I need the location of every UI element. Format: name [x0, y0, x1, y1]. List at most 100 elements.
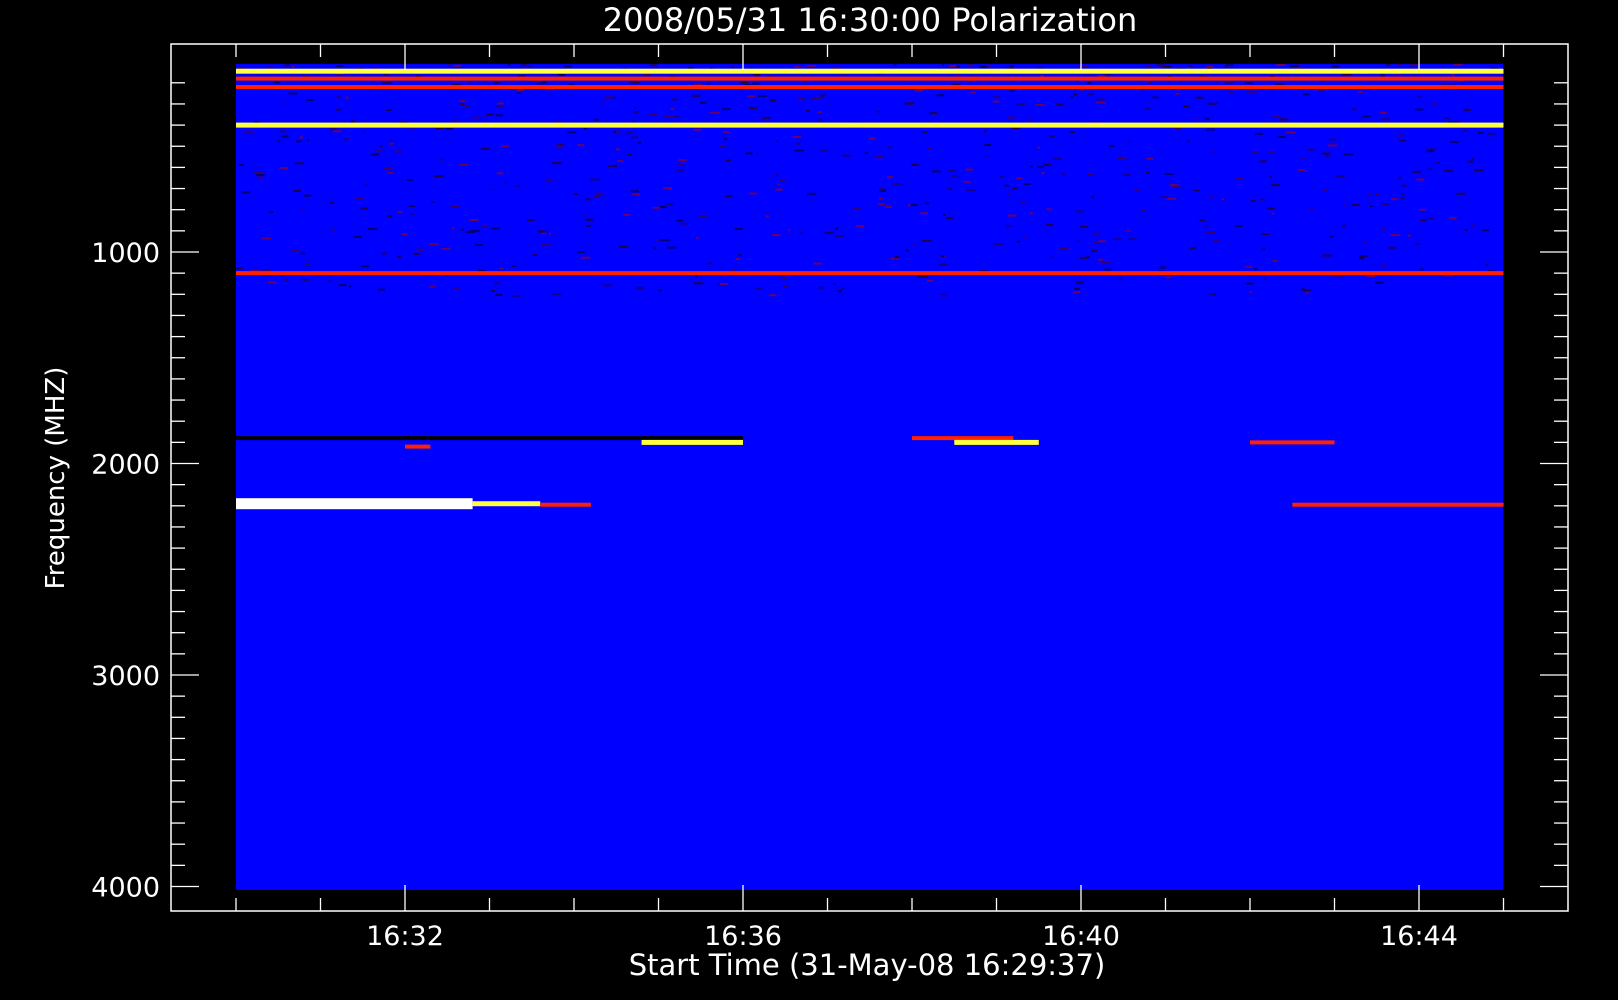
noise-speck: [1091, 196, 1095, 199]
noise-speck: [1208, 102, 1218, 105]
noise-speck: [1096, 98, 1105, 101]
noise-speck: [1245, 265, 1253, 268]
noise-speck: [305, 99, 314, 102]
emission-band: [236, 436, 743, 441]
noise-speck: [731, 269, 736, 272]
emission-band: [236, 122, 1504, 128]
noise-speck: [299, 136, 304, 139]
noise-speck: [296, 140, 302, 143]
noise-speck: [368, 228, 378, 231]
noise-speck: [460, 228, 465, 231]
noise-speck: [284, 64, 291, 67]
noise-speck: [1206, 231, 1216, 234]
noise-speck: [1396, 134, 1403, 137]
noise-speck: [1079, 225, 1088, 228]
noise-speck: [1255, 132, 1263, 135]
noise-speck: [1401, 184, 1408, 187]
noise-speck: [942, 213, 946, 216]
y-tick-label: 1000: [91, 238, 160, 269]
noise-speck: [1324, 189, 1328, 192]
noise-speck: [780, 276, 788, 279]
noise-speck: [459, 100, 466, 103]
noise-speck: [1250, 199, 1256, 202]
noise-speck: [583, 214, 586, 217]
noise-speck: [794, 149, 804, 152]
noise-speck: [650, 64, 657, 67]
noise-speck: [277, 140, 281, 143]
noise-speck: [454, 119, 458, 122]
noise-speck: [1449, 217, 1457, 220]
emission-band: [236, 85, 1504, 89]
noise-speck: [376, 150, 383, 153]
noise-speck: [577, 144, 585, 147]
noise-speck: [1454, 63, 1463, 66]
noise-speck: [386, 109, 392, 112]
noise-speck: [1254, 268, 1258, 271]
noise-speck: [1101, 261, 1111, 264]
noise-speck: [389, 139, 393, 142]
noise-speck: [1128, 140, 1131, 143]
noise-speck: [628, 153, 632, 156]
noise-speck: [1343, 204, 1346, 207]
noise-speck: [306, 139, 309, 142]
noise-speck: [360, 207, 369, 210]
noise-speck: [343, 138, 350, 141]
noise-speck: [1050, 135, 1055, 138]
noise-speck: [276, 81, 281, 84]
noise-speck: [602, 284, 613, 287]
noise-speck: [970, 91, 976, 94]
noise-speck: [1087, 81, 1091, 84]
noise-speck: [333, 130, 342, 133]
noise-speck: [1307, 148, 1316, 151]
noise-speck: [1062, 172, 1065, 175]
noise-speck: [305, 263, 311, 266]
noise-speck: [1462, 129, 1468, 132]
noise-speck: [1267, 207, 1275, 210]
noise-speck: [279, 167, 289, 170]
noise-speck: [1344, 153, 1354, 156]
noise-speck: [238, 163, 244, 166]
noise-speck: [301, 278, 309, 281]
noise-speck: [1118, 277, 1122, 280]
noise-speck: [1091, 250, 1098, 252]
noise-speck: [1302, 157, 1306, 160]
noise-speck: [720, 144, 726, 147]
noise-speck: [1206, 225, 1209, 228]
noise-speck: [875, 156, 884, 159]
noise-speck: [1174, 127, 1182, 130]
noise-speck: [992, 100, 1000, 103]
noise-speck: [633, 111, 639, 114]
noise-speck: [948, 170, 956, 172]
noise-speck: [574, 192, 578, 195]
noise-speck: [630, 136, 639, 139]
noise-speck: [676, 169, 684, 172]
noise-speck: [920, 212, 928, 215]
noise-speck: [517, 89, 525, 92]
noise-speck: [1016, 177, 1023, 180]
noise-speck: [1073, 291, 1081, 294]
noise-speck: [965, 168, 973, 171]
noise-speck: [292, 66, 295, 68]
noise-speck: [450, 205, 461, 208]
noise-speck: [526, 219, 535, 221]
noise-speck: [922, 131, 928, 134]
noise-speck: [292, 249, 301, 252]
noise-speck: [482, 115, 485, 118]
noise-speck: [441, 247, 451, 250]
noise-speck: [469, 219, 479, 221]
noise-speck: [585, 198, 591, 201]
noise-speck: [564, 65, 572, 68]
noise-speck: [542, 244, 551, 247]
noise-speck: [604, 96, 614, 99]
noise-speck: [842, 154, 853, 157]
noise-speck: [1159, 266, 1167, 269]
noise-speck: [545, 178, 553, 181]
noise-speck: [583, 127, 587, 130]
noise-speck: [1046, 208, 1052, 211]
noise-speck: [459, 163, 469, 166]
noise-speck: [879, 197, 884, 200]
noise-speck: [1076, 281, 1084, 284]
x-tick-label: 16:44: [1380, 921, 1458, 952]
noise-speck: [1321, 152, 1331, 155]
noise-speck: [632, 120, 635, 123]
